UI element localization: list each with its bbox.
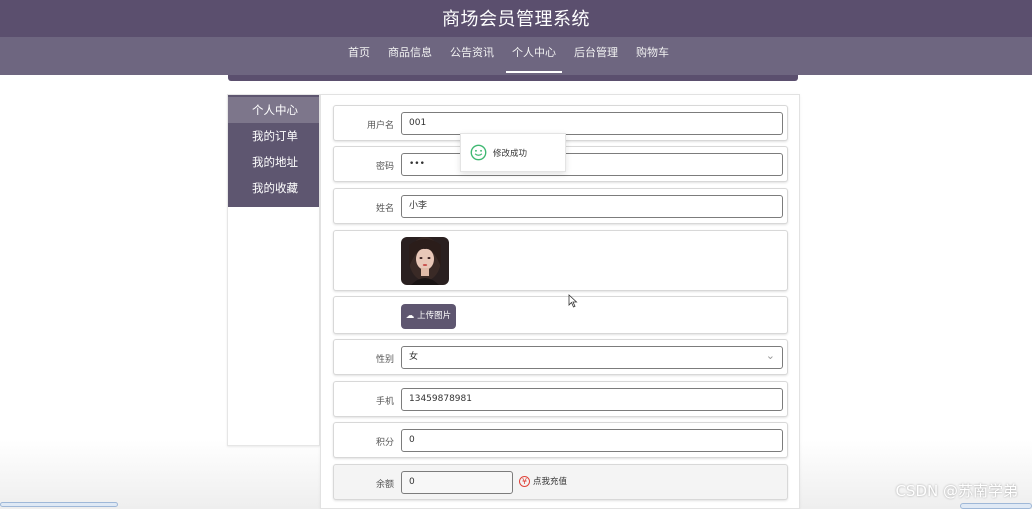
sidebar-menu: 个人中心 我的订单 我的地址 我的收藏 (228, 95, 319, 207)
name-label: 姓名 (375, 204, 394, 214)
name-row: 姓名 小李 (333, 188, 788, 224)
points-label: 积分 (375, 438, 394, 448)
sidebar-item-profile[interactable]: 个人中心 (228, 97, 319, 123)
username-field[interactable]: 001 (401, 112, 783, 135)
site-title: 商场会员管理系统 (442, 9, 590, 30)
password-label: 密码 (375, 162, 394, 172)
password-field[interactable]: ••• (401, 153, 783, 176)
mouse-cursor-icon (568, 294, 578, 308)
gender-select[interactable]: 女 (401, 345, 783, 369)
phone-row: 手机 13459878981 (333, 381, 788, 417)
upload-image-button[interactable]: ☁ 上传图片 (401, 304, 456, 329)
name-field[interactable]: 小李 (401, 195, 783, 218)
nav-underbar (228, 75, 798, 81)
gender-label: 性别 (375, 355, 394, 365)
main-nav: 首页 商品信息 公告资讯 个人中心 后台管理 购物车 (0, 37, 1032, 75)
recharge-icon: ¥ (519, 475, 530, 487)
nav-items: 首页 商品信息 公告资讯 个人中心 后台管理 购物车 (348, 37, 687, 75)
points-row: 积分 0 (333, 422, 788, 458)
phone-field[interactable]: 13459878981 (401, 388, 783, 411)
points-field[interactable]: 0 (401, 429, 783, 452)
scroll-thumb[interactable] (960, 503, 1032, 509)
toast-message: 修改成功 (493, 148, 528, 159)
username-label: 用户名 (366, 121, 394, 131)
avatar-row (333, 230, 788, 291)
watermark: CSDN @苏南学弟 (895, 482, 1018, 500)
balance-row: 余额 0 ¥ 点我充值 (333, 464, 788, 500)
sidebar-item-favorites[interactable]: 我的收藏 (228, 175, 319, 201)
recharge-link[interactable]: ¥ 点我充值 (519, 475, 567, 487)
balance-label: 余额 (375, 480, 394, 490)
success-toast: 修改成功 (460, 133, 566, 172)
sidebar-item-orders[interactable]: 我的订单 (228, 123, 319, 149)
nav-item-products[interactable]: 商品信息 (388, 37, 432, 75)
cloud-upload-icon: ☁ (405, 311, 415, 321)
upload-row: ☁ 上传图片 (333, 296, 788, 334)
balance-field: 0 (401, 471, 513, 494)
nav-item-cart[interactable]: 购物车 (636, 37, 669, 75)
smile-icon (470, 144, 487, 161)
nav-item-admin[interactable]: 后台管理 (574, 37, 618, 75)
nav-item-home[interactable]: 首页 (348, 37, 370, 75)
app-header: 商场会员管理系统 (0, 0, 1032, 37)
gender-row: 性别 女 (333, 339, 788, 375)
sidebar-item-address[interactable]: 我的地址 (228, 149, 319, 175)
nav-item-news[interactable]: 公告资讯 (450, 37, 494, 75)
upload-button-label: 上传图片 (417, 311, 452, 321)
sidebar: 个人中心 我的订单 我的地址 我的收藏 (227, 94, 320, 446)
recharge-label: 点我充值 (533, 477, 568, 487)
horizontal-scrollbar[interactable] (0, 502, 118, 507)
nav-item-profile[interactable]: 个人中心 (506, 37, 562, 75)
avatar (401, 237, 449, 285)
phone-label: 手机 (375, 397, 394, 407)
